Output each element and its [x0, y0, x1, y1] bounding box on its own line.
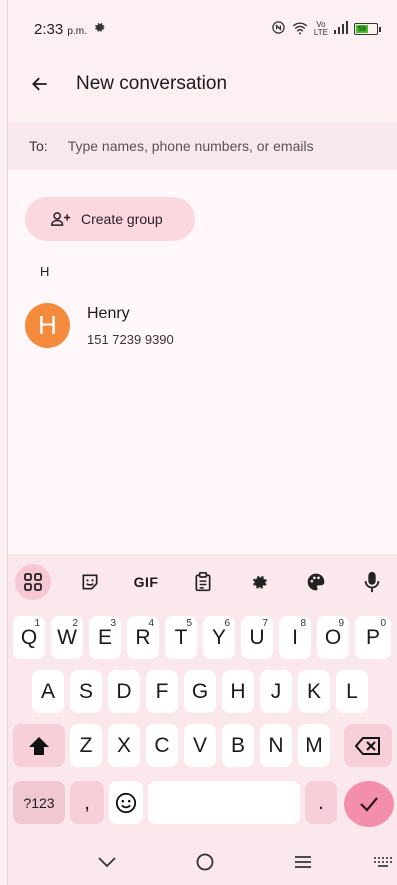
space-key[interactable]: [148, 781, 300, 824]
keyboard-icon: [374, 857, 392, 867]
key-m[interactable]: M: [298, 724, 330, 767]
settings-icon: [252, 575, 267, 589]
keyboard: GIF Q1 W2 E3 R4 T5 Y6 U7 I8 O9 P 0 A S D…: [8, 554, 397, 839]
emoji-icon: [115, 792, 137, 813]
signal-icon: [334, 21, 348, 37]
create-group-label: Create group: [81, 211, 163, 227]
settings-gear-icon: [93, 21, 106, 38]
keyboard-toolbar: GIF: [8, 554, 397, 610]
apps-grid-button[interactable]: [15, 564, 51, 600]
avatar: H: [25, 303, 70, 348]
key-w[interactable]: W2: [51, 616, 83, 659]
key-d[interactable]: D: [108, 670, 140, 713]
symbols-key[interactable]: ?123: [13, 781, 65, 824]
key-u[interactable]: U7: [241, 616, 273, 659]
key-e[interactable]: E3: [89, 616, 121, 659]
create-group-button[interactable]: Create group: [25, 197, 195, 241]
page-title: New conversation: [76, 73, 228, 94]
phone-screen: 2:33 p.m. Vo LTE 59 New conversation To:…: [7, 0, 397, 885]
chevron-down-icon: [98, 857, 116, 868]
key-s[interactable]: S: [70, 670, 102, 713]
voice-input-button[interactable]: [354, 564, 390, 600]
theme-button[interactable]: [298, 564, 334, 600]
gif-label: GIF: [133, 574, 159, 590]
home-button[interactable]: [190, 849, 220, 875]
recipient-row: To:: [8, 122, 397, 170]
key-q[interactable]: Q1: [13, 616, 45, 659]
hide-keyboard-button[interactable]: [92, 849, 122, 875]
period-key[interactable]: .: [305, 781, 337, 824]
checkmark-icon: [360, 797, 378, 812]
recipient-input[interactable]: [67, 138, 358, 154]
key-t[interactable]: T5: [165, 616, 197, 659]
volte-icon: Vo LTE: [313, 20, 328, 37]
key-h[interactable]: H: [222, 670, 254, 713]
back-button[interactable]: [26, 70, 54, 98]
contact-item[interactable]: H Henry 151 7239 9390: [25, 303, 174, 348]
app-bar: New conversation: [8, 58, 397, 110]
enter-key[interactable]: [344, 781, 394, 827]
microphone-icon: [364, 571, 380, 593]
key-y[interactable]: Y6: [203, 616, 235, 659]
apps-grid-icon: [24, 573, 42, 591]
nfc-icon: [271, 20, 286, 38]
emoji-key[interactable]: [109, 781, 143, 824]
add-group-icon: [51, 212, 71, 226]
clipboard-button[interactable]: [185, 564, 221, 600]
keyboard-switch-button[interactable]: [368, 849, 397, 875]
clipboard-icon: [195, 572, 210, 592]
key-i[interactable]: I8: [279, 616, 311, 659]
status-bar: 2:33 p.m. Vo LTE 59: [8, 0, 397, 58]
key-o[interactable]: O9: [317, 616, 349, 659]
comma-key[interactable]: ,: [70, 781, 104, 824]
battery-icon: 59: [354, 23, 381, 35]
key-z[interactable]: Z: [70, 724, 102, 767]
gif-button[interactable]: GIF: [128, 564, 164, 600]
navigation-bar: [8, 839, 397, 885]
key-p[interactable]: P0: [355, 616, 391, 659]
keyboard-settings-button[interactable]: [241, 564, 277, 600]
status-time: 2:33 p.m.: [34, 20, 87, 38]
key-f[interactable]: F: [146, 670, 178, 713]
home-circle-icon: [196, 853, 214, 871]
shift-key[interactable]: [13, 724, 65, 767]
back-arrow-icon: [32, 77, 47, 91]
to-label: To:: [29, 138, 48, 154]
key-a[interactable]: A: [32, 670, 64, 713]
recents-button[interactable]: [288, 849, 318, 875]
key-j[interactable]: J: [260, 670, 292, 713]
contact-phone: 151 7239 9390: [87, 331, 174, 347]
shift-icon: [29, 736, 49, 755]
backspace-icon: [355, 736, 380, 755]
key-x[interactable]: X: [108, 724, 140, 767]
backspace-key[interactable]: [344, 724, 392, 767]
key-k[interactable]: K: [298, 670, 330, 713]
sticker-button[interactable]: [72, 564, 108, 600]
key-b[interactable]: B: [222, 724, 254, 767]
key-r[interactable]: R4: [127, 616, 159, 659]
palette-icon: [307, 573, 324, 591]
key-c[interactable]: C: [146, 724, 178, 767]
key-n[interactable]: N: [260, 724, 292, 767]
sticker-icon: [82, 574, 97, 590]
contact-name: Henry: [87, 304, 130, 322]
menu-lines-icon: [295, 856, 311, 868]
contact-list: Create group H H Henry 151 7239 9390: [8, 170, 397, 554]
wifi-icon: [292, 21, 308, 38]
section-header: H: [40, 264, 50, 279]
key-g[interactable]: G: [184, 670, 216, 713]
key-l[interactable]: L: [336, 670, 368, 713]
key-v[interactable]: V: [184, 724, 216, 767]
